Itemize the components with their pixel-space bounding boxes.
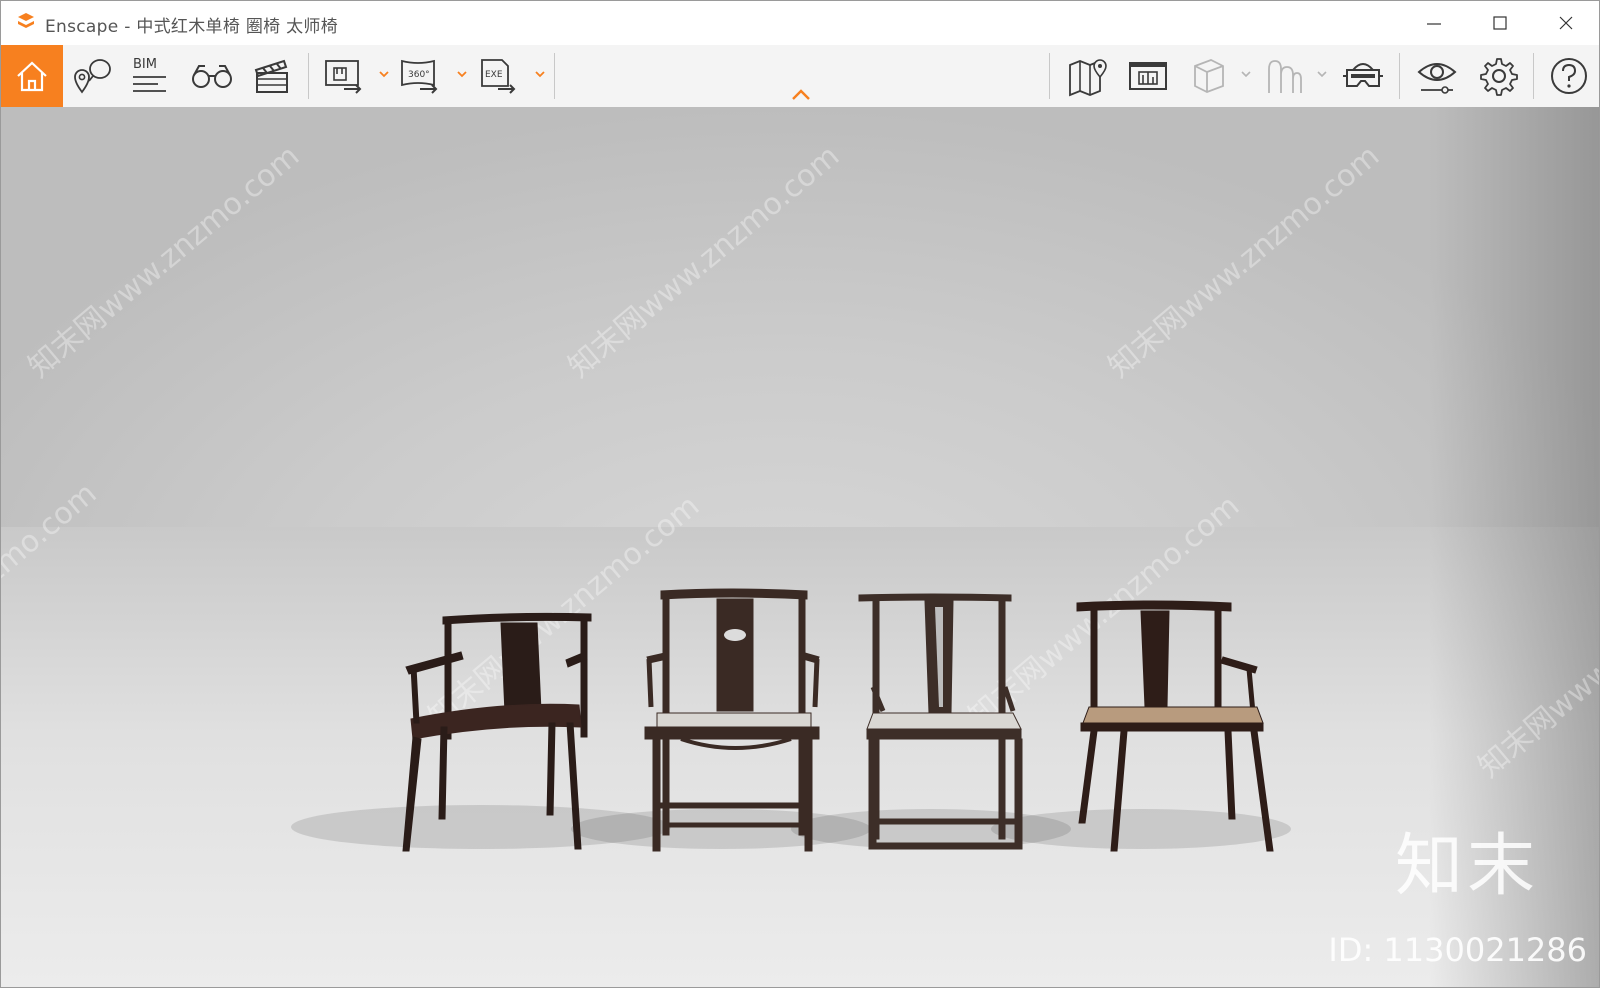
- asset-library-button: [1183, 45, 1233, 107]
- vr-headset-button[interactable]: [1337, 45, 1389, 107]
- toolbar-separator: [1533, 53, 1534, 99]
- screenshot-icon: [1129, 62, 1167, 90]
- toolbar-separator: [308, 53, 309, 99]
- settings-button[interactable]: [1473, 45, 1525, 107]
- export-exe-icon: EXE: [481, 59, 516, 94]
- toolbar-separator: [1399, 53, 1400, 99]
- export-360-button[interactable]: 360°: [395, 45, 445, 107]
- bim-icon: BIM: [133, 57, 166, 92]
- toolbar-separator: [554, 53, 555, 99]
- brand-watermark: 知末: [1394, 827, 1539, 906]
- map-button[interactable]: [1063, 45, 1113, 107]
- home-button[interactable]: [1, 45, 63, 107]
- enscape-window: Enscape - 中式红木单椅 圈椅 太师椅 BIM 360° EXE 知末网…: [0, 0, 1600, 988]
- title-bar: Enscape - 中式红木单椅 圈椅 太师椅: [1, 1, 1599, 45]
- clapperboard-icon: [254, 59, 288, 93]
- binoculars-icon: [192, 65, 232, 88]
- chevron-down-icon: [1317, 71, 1327, 78]
- close-button[interactable]: [1533, 1, 1599, 45]
- views-button[interactable]: [67, 45, 117, 107]
- chevron-down-icon[interactable]: [455, 67, 469, 81]
- help-icon: [1551, 58, 1587, 94]
- maximize-button[interactable]: [1467, 1, 1533, 45]
- upload-icon: [1268, 60, 1302, 93]
- maximize-icon: [1493, 16, 1507, 30]
- enscape-logo-icon: [18, 13, 34, 28]
- screenshot-button[interactable]: [1123, 45, 1173, 107]
- toolbar-separator: [1049, 53, 1050, 99]
- cube-icon: [1194, 59, 1224, 93]
- upload-button: [1259, 45, 1309, 107]
- bim-label: BIM: [133, 57, 157, 72]
- asset-id-label: ID: 1130021286: [1328, 931, 1587, 969]
- export-image-button[interactable]: [319, 45, 369, 107]
- chairs-scene: [291, 588, 1291, 852]
- window-title: Enscape - 中式红木单椅 圈椅 太师椅: [45, 17, 339, 37]
- collapse-toolbar-chevron-up-icon[interactable]: [789, 87, 813, 101]
- export-exe-label: EXE: [485, 70, 503, 80]
- vr-headset-icon: [1343, 63, 1383, 87]
- chevron-down-icon: [1241, 71, 1251, 78]
- eye-icon: [1417, 63, 1457, 94]
- map-icon: [1069, 59, 1107, 97]
- video-editor-button[interactable]: [247, 45, 297, 107]
- binoculars-button[interactable]: [187, 45, 237, 107]
- export-image-icon: [325, 60, 362, 94]
- chevron-down-icon[interactable]: [377, 67, 391, 81]
- settings-icon: [1480, 58, 1518, 96]
- visual-settings-button[interactable]: [1411, 45, 1463, 107]
- minimize-icon: [1427, 23, 1441, 25]
- export-360-icon: 360°: [401, 59, 438, 94]
- bim-button[interactable]: BIM: [125, 45, 175, 107]
- export-exe-button[interactable]: EXE: [473, 45, 523, 107]
- home-icon: [17, 61, 47, 92]
- minimize-button[interactable]: [1401, 1, 1467, 45]
- close-icon: [1559, 16, 1573, 30]
- chevron-down-icon[interactable]: [533, 67, 547, 81]
- render-viewport[interactable]: 知末网www.znzmo.com 知末网www.znzmo.com 知末网www…: [1, 107, 1599, 987]
- help-button[interactable]: [1543, 45, 1595, 107]
- location-pins-icon: [74, 59, 111, 94]
- export-360-label: 360°: [408, 70, 430, 80]
